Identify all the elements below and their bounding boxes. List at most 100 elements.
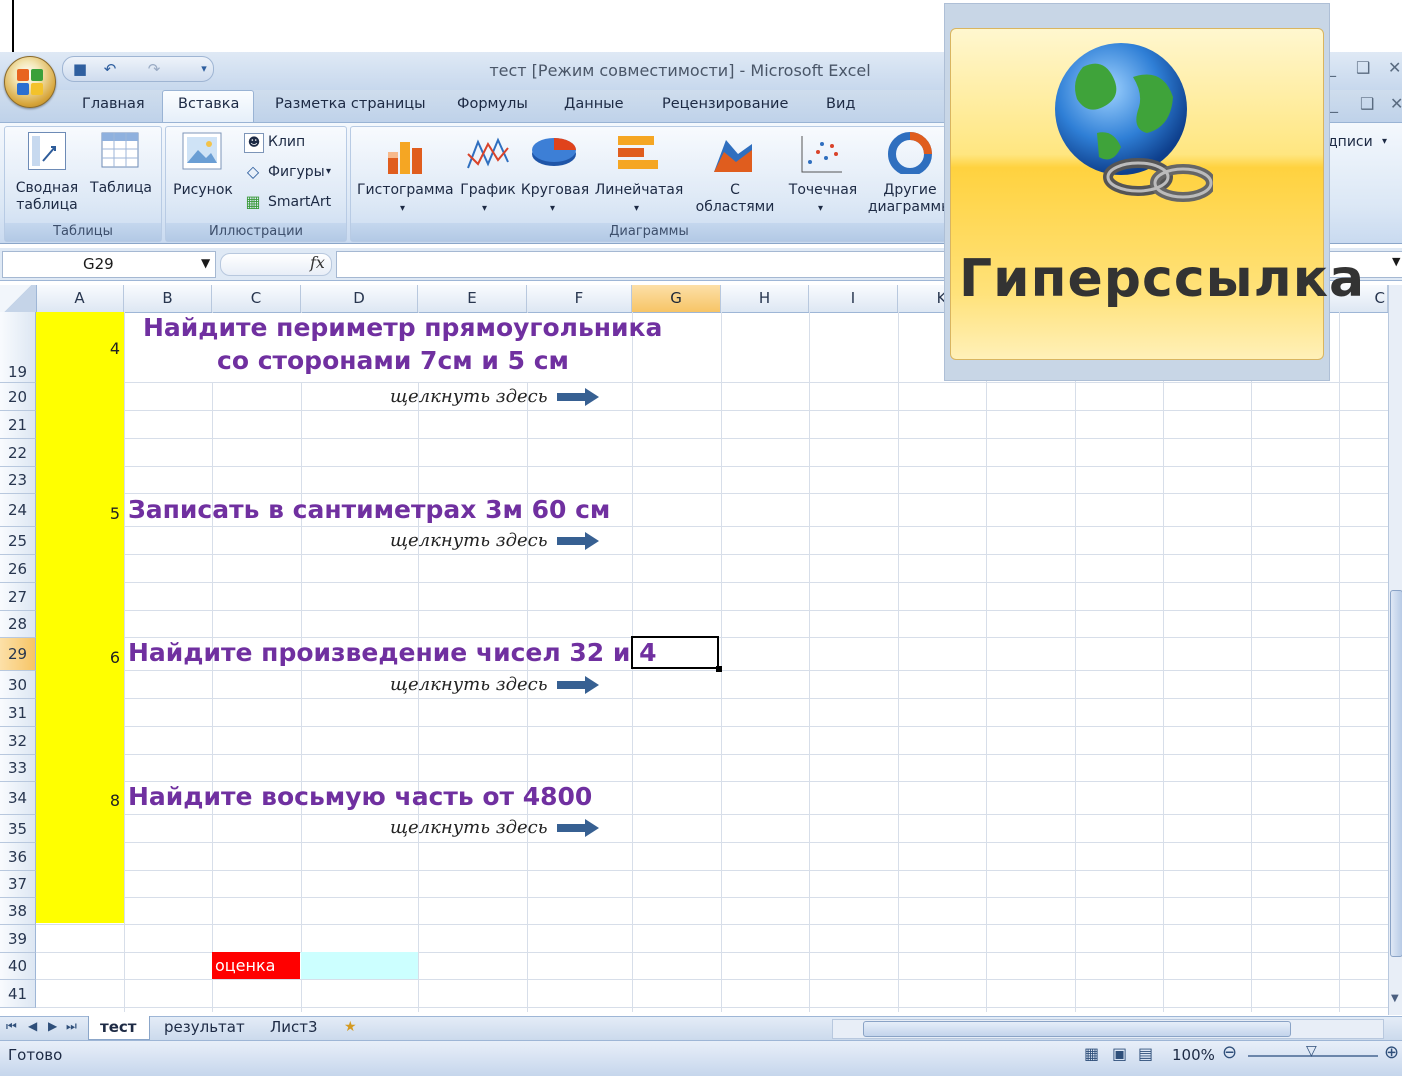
right-arrow-icon[interactable] [555,387,601,407]
row-header-22[interactable]: 22 [0,439,36,467]
right-arrow-icon[interactable] [555,531,601,551]
sheet-tab-result[interactable]: результат [164,1018,245,1036]
customize-qat-icon[interactable]: ▾ [195,60,213,78]
redo-icon[interactable]: ↷ [145,60,163,78]
tab-data[interactable]: Данные [564,96,624,112]
hyperlink-button-face[interactable]: Гиперссылка [950,28,1364,360]
tab-formulas[interactable]: Формулы [457,96,528,112]
hyperlink-button-zoom[interactable]: Гиперссылка [944,3,1364,381]
row-header-20[interactable]: 20 [0,383,36,411]
row-header-33[interactable]: 33 [0,755,36,782]
area-chart-button[interactable]: С областями [688,182,782,216]
hyperlink-text[interactable]: щелкнуть здесь [390,386,548,407]
hyperlink-text[interactable]: щелкнуть здесь [390,674,548,695]
row-header-25[interactable]: 25 [0,527,36,555]
right-arrow-icon[interactable] [555,675,601,695]
row-header-31[interactable]: 31 [0,699,36,727]
zoom-slider-thumb[interactable]: ▽ [1306,1043,1317,1059]
shapes-button[interactable]: Фигуры [268,164,325,181]
scroll-down-icon[interactable]: ▼ [1391,993,1399,1004]
tab-home[interactable]: Главная [82,96,145,112]
selected-cell[interactable] [631,636,719,669]
column-header-e[interactable]: E [418,285,527,312]
table-icon[interactable] [101,132,139,168]
row-header-30[interactable]: 30 [0,671,36,699]
scatter-chart-icon[interactable] [800,134,844,178]
right-arrow-icon[interactable] [555,818,601,838]
row-header-39[interactable]: 39 [0,925,36,953]
vertical-scrollbar[interactable]: ▼ [1388,285,1402,1015]
workbook-minimize-icon[interactable]: _ [1330,94,1338,113]
zoom-level[interactable]: 100% [1172,1046,1215,1064]
row-header-21[interactable]: 21 [0,411,36,439]
first-sheet-icon[interactable]: ⏮ [6,1019,17,1034]
sheet-tab-sheet3[interactable]: Лист3 [270,1018,318,1036]
last-sheet-icon[interactable]: ⏭ [66,1019,77,1034]
tab-page-layout[interactable]: Разметка страницы [275,96,426,112]
shapes-dropdown-icon[interactable]: ▾ [326,163,331,180]
select-all-button[interactable] [0,285,37,312]
tab-insert[interactable]: Вставка [178,96,239,112]
column-header-a[interactable]: A [36,285,124,312]
horizontal-scrollbar[interactable] [832,1019,1384,1039]
smartart-button[interactable]: SmartArt [268,194,331,211]
next-sheet-icon[interactable]: ▶ [48,1019,57,1033]
line-chart-icon[interactable] [466,134,510,178]
hyperlink-text[interactable]: щелкнуть здесь [390,530,548,551]
undo-icon[interactable]: ↶ [101,60,119,78]
shapes-icon[interactable]: ◇ [242,163,264,180]
clip-art-button[interactable]: Клип [268,134,305,151]
column-header-h[interactable]: H [721,285,809,312]
column-header-c[interactable]: C [212,285,301,312]
horizontal-scroll-thumb[interactable] [863,1021,1291,1037]
column-header-g[interactable]: G [632,285,721,312]
pie-chart-icon[interactable] [530,136,578,172]
hyperlink-text[interactable]: щелкнуть здесь [390,817,548,838]
row-header-23[interactable]: 23 [0,467,36,494]
pie-chart-button[interactable]: Круговая [520,182,590,199]
tab-view[interactable]: Вид [826,96,855,112]
sheet-tab-test[interactable]: тест [100,1018,136,1036]
line-chart-button[interactable]: График [458,182,518,199]
grade-value-cell[interactable] [301,952,418,979]
row-header-40[interactable]: 40 [0,953,36,980]
workbook-close-icon[interactable]: ✕ [1390,94,1402,113]
row-header-41[interactable]: 41 [0,980,36,1008]
zoom-out-icon[interactable]: ⊖ [1222,1042,1237,1063]
row-header-26[interactable]: 26 [0,555,36,583]
bar-chart-button[interactable]: Линейчатая [592,182,686,199]
column-header-d[interactable]: D [301,285,418,312]
name-box[interactable]: G29 ▼ [2,251,216,278]
bar-chart-icon[interactable] [616,134,660,178]
other-charts-icon[interactable] [888,132,932,178]
column-header-f[interactable]: F [527,285,632,312]
prev-sheet-icon[interactable]: ◀ [28,1019,37,1033]
row-header-28[interactable]: 28 [0,611,36,638]
zoom-in-icon[interactable]: ⊕ [1384,1042,1399,1063]
restore-icon[interactable]: ❑ [1356,58,1370,77]
column-header-b[interactable]: B [124,285,212,312]
workbook-restore-icon[interactable]: ❑ [1360,94,1374,113]
pivot-table-icon[interactable] [28,132,66,170]
scatter-chart-button[interactable]: Точечная [782,182,864,199]
fill-handle[interactable] [716,666,722,672]
column-chart-icon[interactable] [386,134,430,180]
row-header-34[interactable]: 34 [0,782,36,815]
insert-function-icon[interactable]: fx [310,253,325,272]
row-header-32[interactable]: 32 [0,727,36,755]
labels-dropdown-icon[interactable]: ▾ [1382,133,1387,150]
insert-sheet-icon[interactable]: ★ [344,1019,357,1035]
row-header-19[interactable]: 19 [0,312,36,383]
normal-view-icon[interactable]: ▦ [1084,1044,1099,1063]
picture-icon[interactable] [182,132,222,170]
row-header-27[interactable]: 27 [0,583,36,611]
smartart-icon[interactable]: ▦ [242,193,264,210]
page-layout-view-icon[interactable]: ▣ [1112,1044,1127,1063]
picture-button[interactable]: Рисунок [170,182,236,199]
column-chart-button[interactable]: Гистограмма [357,182,454,199]
row-header-38[interactable]: 38 [0,898,36,925]
clip-art-icon[interactable]: ☻ [244,133,264,153]
row-header-24[interactable]: 24 [0,494,36,527]
table-button[interactable]: Таблица [88,180,154,197]
name-box-dropdown-icon[interactable]: ▼ [201,256,210,270]
